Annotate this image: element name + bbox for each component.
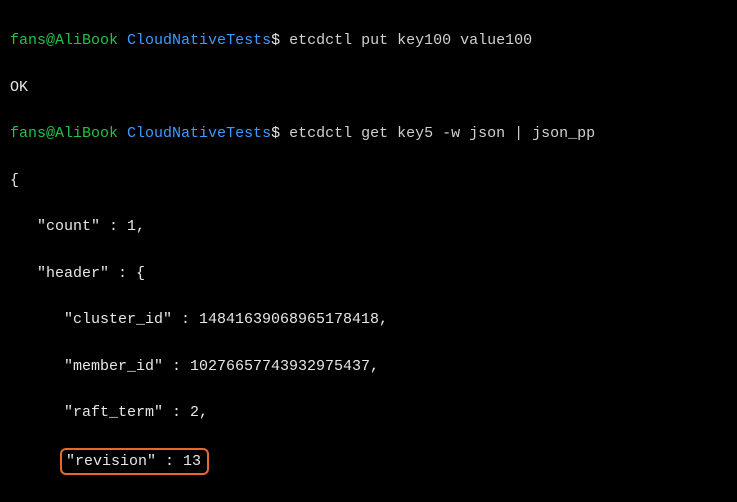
highlight-box: "revision" : 13 <box>60 448 209 475</box>
json-line: { <box>10 169 727 192</box>
prompt-sep: $ <box>271 32 280 49</box>
json-line: }, <box>10 498 727 502</box>
prompt-line-1: fans@AliBook CloudNativeTests$ etcdctl p… <box>10 29 727 52</box>
json-line: "cluster_id" : 14841639068965178418, <box>10 308 727 331</box>
prompt-user: fans@AliBook <box>10 32 118 49</box>
prompt-sep: $ <box>271 125 280 142</box>
indent <box>10 453 64 470</box>
prompt-line-2: fans@AliBook CloudNativeTests$ etcdctl g… <box>10 122 727 145</box>
json-line-revision: "revision" : 13 <box>10 448 727 475</box>
json-line: "raft_term" : 2, <box>10 401 727 424</box>
output-ok: OK <box>10 76 727 99</box>
terminal[interactable]: fans@AliBook CloudNativeTests$ etcdctl p… <box>0 0 737 502</box>
prompt-path: CloudNativeTests <box>127 32 271 49</box>
prompt-user: fans@AliBook <box>10 125 118 142</box>
json-line: "header" : { <box>10 262 727 285</box>
command-2: etcdctl get key5 -w json | json_pp <box>289 125 595 142</box>
command-1: etcdctl put key100 value100 <box>289 32 532 49</box>
json-line: "member_id" : 10276657743932975437, <box>10 355 727 378</box>
prompt-path: CloudNativeTests <box>127 125 271 142</box>
json-line: "count" : 1, <box>10 215 727 238</box>
